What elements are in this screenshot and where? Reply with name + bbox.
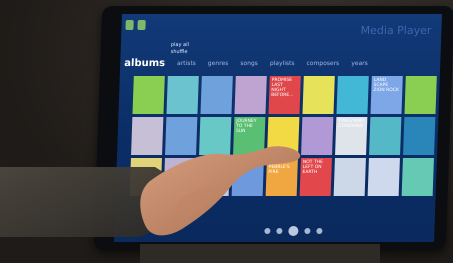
album-tile[interactable] — [369, 117, 402, 155]
nav-tab-playlists[interactable]: playlists — [270, 60, 295, 67]
nav-tab-artists[interactable]: artists — [177, 60, 196, 67]
desk — [140, 244, 380, 263]
menu: play all shuffle — [171, 42, 189, 56]
album-tile[interactable] — [166, 76, 199, 114]
album-tile[interactable] — [336, 76, 369, 114]
album-tile[interactable]: LAND SCAPE ZION ROCK — [370, 76, 403, 114]
album-tile[interactable] — [200, 76, 233, 114]
menu-item[interactable]: play all — [171, 42, 189, 49]
nav-current[interactable]: albums — [124, 58, 165, 69]
app-icon — [125, 20, 134, 30]
menu-item[interactable]: shuffle — [171, 49, 189, 56]
photo: Media Player play all shuffle albums art… — [0, 0, 453, 263]
navigation: albums artists genres songs playlists co… — [124, 58, 440, 69]
app-icon — [137, 20, 146, 30]
nav-tab-composers[interactable]: composers — [306, 60, 339, 67]
nav-tab-years[interactable]: years — [351, 60, 368, 67]
nav-tab-songs[interactable]: songs — [240, 60, 258, 67]
album-tile[interactable] — [401, 158, 434, 196]
album-tile[interactable] — [404, 76, 437, 114]
album-tile[interactable] — [234, 76, 267, 114]
window-icons — [125, 20, 146, 30]
album-tile[interactable] — [367, 158, 400, 196]
nav-tab-genres[interactable]: genres — [208, 60, 229, 67]
album-tile[interactable] — [132, 76, 165, 114]
album-tile[interactable]: TIMESTAMP STANDARD — [335, 117, 368, 155]
album-tile[interactable] — [403, 117, 436, 155]
album-tile[interactable] — [302, 76, 335, 114]
volume-icon[interactable] — [316, 228, 323, 234]
album-tile[interactable]: PROMISE LAST NIGHT BEFORE... — [268, 76, 301, 114]
album-tile[interactable] — [333, 158, 366, 196]
app-title: Media Player — [360, 24, 432, 37]
